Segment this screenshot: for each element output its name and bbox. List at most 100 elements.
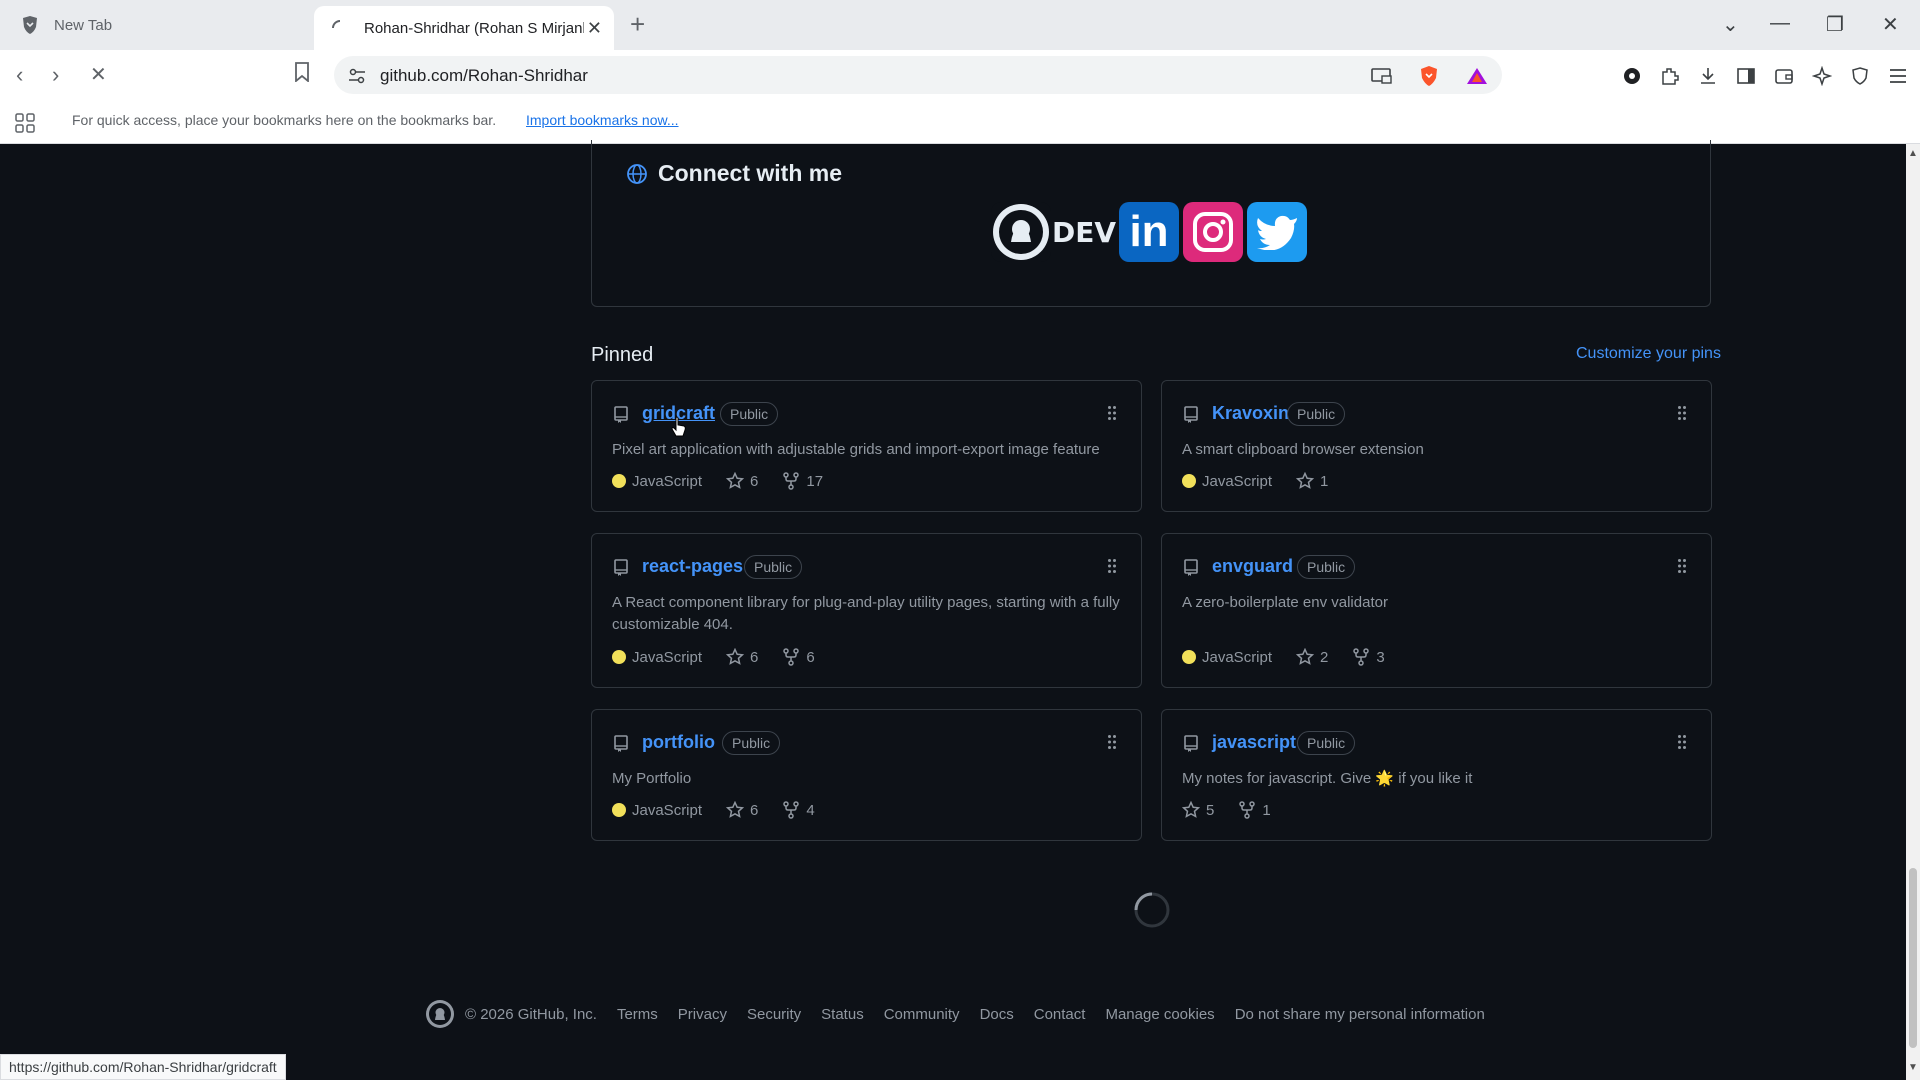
status-bar-url: https://github.com/Rohan-Shridhar/gridcr… [0,1054,286,1080]
close-icon[interactable]: ✕ [587,18,602,39]
back-button[interactable]: ‹ [16,62,23,88]
leo-ai-icon[interactable] [1810,64,1834,88]
page-scrollbar[interactable]: ▲ ▼ [1906,144,1920,1080]
sidebar-icon[interactable] [1734,64,1758,88]
stars-link[interactable]: 1 [1296,472,1328,490]
vpn-shield-icon[interactable] [1848,64,1872,88]
repo-language: JavaScript [632,472,703,490]
language-dot [612,803,626,817]
github-social-icon[interactable] [991,202,1051,262]
download-icon[interactable] [1696,64,1720,88]
footer-link-contact[interactable]: Contact [1034,1006,1086,1023]
site-settings-icon[interactable] [346,65,368,87]
footer-link-docs[interactable]: Docs [980,1006,1014,1023]
footer-link-manage-cookies[interactable]: Manage cookies [1105,1006,1214,1023]
star-count: 6 [750,472,759,490]
new-tab-button[interactable]: + [630,11,645,37]
twitter-social-icon[interactable] [1247,202,1307,262]
repo-link[interactable]: envguard [1212,556,1293,577]
forks-link[interactable]: 1 [1238,801,1271,819]
dev-social-icon[interactable]: DEV [1052,202,1116,262]
repo-meta: JavaScript 6 17 [612,472,847,490]
import-bookmarks-link[interactable]: Import bookmarks now... [526,112,679,128]
vpn-icon[interactable] [1620,64,1644,88]
instagram-social-icon[interactable] [1183,202,1243,262]
repo-link[interactable]: react-pages [642,556,743,577]
repo-link[interactable]: javascript [1212,732,1296,753]
close-window-button[interactable]: ✕ [1882,12,1899,37]
scroll-up-icon[interactable]: ▲ [1908,148,1918,159]
copyright: © 2026 GitHub, Inc. [465,1005,597,1023]
extensions-icon[interactable] [1658,64,1682,88]
profile-readme: Connect with me DEV in [591,140,1711,307]
forks-link[interactable]: 3 [1352,648,1385,666]
minimize-button[interactable]: — [1770,12,1790,35]
apps-grid-icon[interactable] [14,112,36,137]
stars-link[interactable]: 6 [726,801,758,819]
stars-link[interactable]: 2 [1296,648,1328,666]
fork-icon [1353,648,1370,666]
github-logo-icon[interactable] [425,999,455,1029]
hand-cursor-icon [671,416,686,437]
footer-link-privacy[interactable]: Privacy [678,1006,727,1023]
star-icon [726,472,745,489]
repo-meta: JavaScript 6 4 [612,801,839,819]
repo-language: JavaScript [632,801,703,819]
scroll-down-icon[interactable]: ▼ [1908,1062,1918,1073]
wallet-icon[interactable] [1772,64,1796,88]
page-content: Connect with me DEV in Pinned Customize … [0,140,1906,1080]
visibility-badge: Public [1297,555,1356,579]
forks-link[interactable]: 6 [782,648,815,666]
repo-link[interactable]: portfolio [642,732,715,753]
tab-new-tab[interactable]: New Tab [12,6,312,44]
repo-language: JavaScript [1202,472,1273,490]
drag-handle-icon[interactable] [1107,558,1117,574]
loading-spinner-icon [1134,892,1170,928]
forward-button[interactable]: › [52,62,59,88]
bookmark-icon[interactable] [294,62,310,88]
repo-link[interactable]: Kravoxin [1212,403,1289,424]
fork-icon [783,801,800,819]
repo-meta: JavaScript 1 [1182,472,1352,490]
fork-count: 3 [1376,648,1385,666]
tab-active-profile[interactable]: Rohan-Shridhar (Rohan S Mirjankar) ✕ [314,6,614,50]
drag-handle-icon[interactable] [1677,734,1687,750]
language-dot [1182,650,1196,664]
footer-link-security[interactable]: Security [747,1006,801,1023]
scroll-thumb[interactable] [1909,868,1917,1048]
drag-handle-icon[interactable] [1107,734,1117,750]
restore-button[interactable]: ❐ [1826,12,1844,37]
stars-link[interactable]: 6 [726,648,758,666]
footer-link-community[interactable]: Community [884,1006,960,1023]
footer-link-do-not-share[interactable]: Do not share my personal information [1235,1006,1485,1023]
visibility-badge: Public [722,731,781,755]
connect-title: Connect with me [658,160,843,186]
stars-link[interactable]: 6 [726,472,758,490]
repo-icon [614,735,628,752]
fork-count: 1 [1262,801,1271,819]
brave-shields-icon[interactable] [1418,65,1440,87]
star-icon [1296,472,1315,489]
star-icon [1296,648,1315,665]
stop-loading-button[interactable]: ✕ [90,62,107,87]
repo-description: A zero-boilerplate env validator [1182,594,1388,611]
drag-handle-icon[interactable] [1677,405,1687,421]
forks-link[interactable]: 4 [782,801,815,819]
cast-icon[interactable] [1370,65,1392,87]
bookmarks-bar: For quick access, place your bookmarks h… [0,100,1920,144]
footer-link-terms[interactable]: Terms [617,1006,658,1023]
pinned-card-javascript: javascript Public My notes for javascrip… [1161,709,1712,841]
customize-pins-link[interactable]: Customize your pins [1576,345,1721,363]
address-bar[interactable]: github.com/Rohan-Shridhar [334,56,1502,94]
footer-link-status[interactable]: Status [821,1006,864,1023]
tab-search-icon[interactable]: ⌄ [1722,12,1739,37]
stars-link[interactable]: 5 [1182,801,1214,819]
linkedin-social-icon[interactable]: in [1119,202,1179,262]
drag-handle-icon[interactable] [1107,405,1117,421]
visibility-badge: Public [744,555,803,579]
drag-handle-icon[interactable] [1677,558,1687,574]
brave-rewards-icon[interactable] [1466,65,1488,87]
menu-icon[interactable] [1886,64,1910,88]
repo-meta: JavaScript 6 6 [612,648,839,666]
forks-link[interactable]: 17 [782,472,823,490]
